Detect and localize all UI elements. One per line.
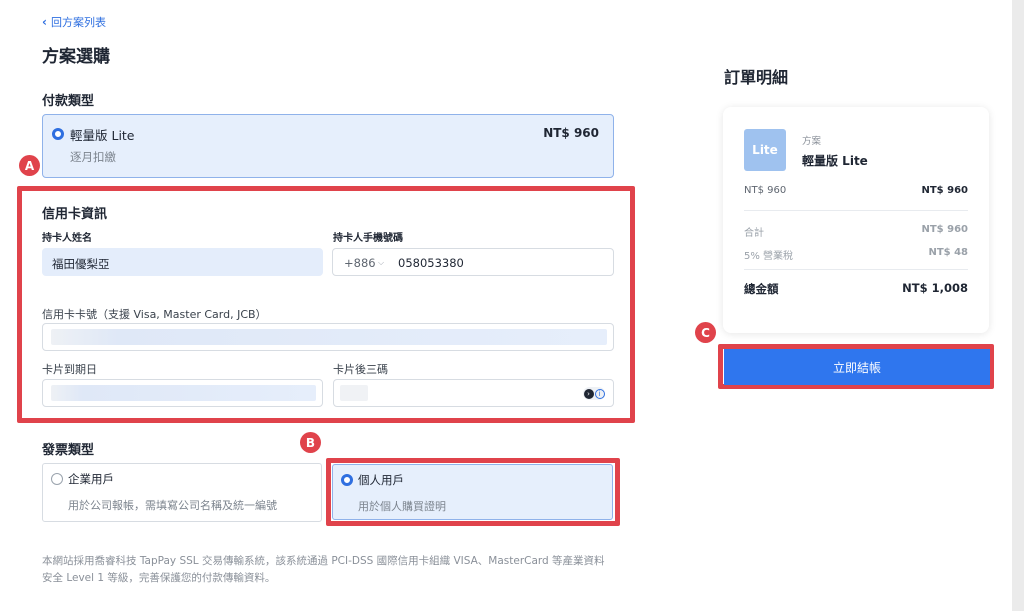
invoice-radio-business[interactable] <box>51 473 63 485</box>
invoice-option-desc: 用於公司報帳，需填寫公司名稱及統一編號 <box>68 499 277 512</box>
cvc-input[interactable]: › i <box>333 379 614 407</box>
checkout-button[interactable]: 立即結帳 <box>724 349 990 385</box>
order-line-item: NT$ 960 NT$ 960 <box>744 185 968 196</box>
card-number-label: 信用卡卡號（支援 Visa, Master Card, JCB） <box>42 308 267 321</box>
expiry-input[interactable] <box>42 379 323 407</box>
order-plan-label: 方案 <box>802 136 822 147</box>
plan-name: 輕量版 Lite <box>70 128 135 143</box>
subtotal-value: NT$ 960 <box>921 224 968 235</box>
tax-value: NT$ 48 <box>928 247 968 258</box>
order-total: 總金額 NT$ 1,008 <box>744 281 968 297</box>
tax-label: 5% 營業稅 <box>744 251 794 262</box>
holder-name-value: 福田優梨亞 <box>52 257 110 271</box>
window-edge <box>1012 0 1024 611</box>
holder-phone-input[interactable]: +886 ⌵ 058053380 <box>332 248 614 276</box>
subtotal-label: 合計 <box>744 228 764 239</box>
order-subtotal: 合計 NT$ 960 <box>744 224 968 239</box>
holder-name-label: 持卡人姓名 <box>42 233 92 244</box>
order-plan-name: 輕量版 Lite <box>802 154 868 168</box>
invoice-radio-personal[interactable] <box>341 474 353 486</box>
divider <box>744 210 968 211</box>
chevron-down-icon[interactable]: ⌵ <box>378 258 384 268</box>
annotation-badge-b: B <box>300 432 321 453</box>
invoice-type-title: 發票類型 <box>42 443 95 458</box>
back-link-label: 回方案列表 <box>50 16 106 29</box>
plan-logo: Lite <box>744 129 786 171</box>
annotation-badge-a: A <box>19 155 40 176</box>
total-value: NT$ 1,008 <box>902 281 968 295</box>
holder-phone-label: 持卡人手機號碼 <box>333 233 403 244</box>
invoice-option-personal[interactable]: 個人用戶 用於個人購買證明 <box>332 464 613 520</box>
security-footnote: 本網站採用喬睿科技 TapPay SSL 交易傳輸系統，該系統通過 PCI-DS… <box>42 555 605 584</box>
expiry-masked <box>51 385 316 401</box>
card-number-masked <box>51 329 607 345</box>
payment-type-title: 付款類型 <box>42 94 95 109</box>
order-summary-title: 訂單明細 <box>724 68 789 87</box>
order-tax: 5% 營業稅 NT$ 48 <box>744 247 968 262</box>
card-info-title: 信用卡資訊 <box>42 207 108 222</box>
country-code-select[interactable]: +886 <box>344 256 376 270</box>
annotation-badge-c: C <box>695 322 716 343</box>
cvc-label: 卡片後三碼 <box>333 363 388 376</box>
invoice-option-business[interactable]: 企業用戶 用於公司報帳，需填寫公司名稱及統一編號 <box>42 463 322 522</box>
order-summary-card: Lite 方案 輕量版 Lite NT$ 960 NT$ 960 合計 NT$ … <box>723 107 989 333</box>
plan-option-lite[interactable]: 輕量版 Lite 逐月扣繳 NT$ 960 <box>42 114 614 178</box>
line-item-value: NT$ 960 <box>921 185 968 196</box>
line-item-label: NT$ 960 <box>744 185 787 196</box>
cvc-masked <box>340 385 368 401</box>
chevron-left-icon: ‹ <box>42 15 47 29</box>
divider <box>744 269 968 270</box>
card-number-input[interactable] <box>42 323 614 351</box>
invoice-option-desc: 用於個人購買證明 <box>358 500 446 513</box>
plan-radio[interactable] <box>52 128 64 140</box>
info-icon[interactable]: › i <box>583 387 605 400</box>
plan-cycle: 逐月扣繳 <box>70 150 116 164</box>
back-to-plans-link[interactable]: ‹ 回方案列表 <box>42 14 106 30</box>
plan-price: NT$ 960 <box>543 126 599 140</box>
invoice-option-title: 個人用戶 <box>358 473 404 487</box>
invoice-option-title: 企業用戶 <box>68 472 114 486</box>
phone-value: 058053380 <box>398 256 464 270</box>
expiry-label: 卡片到期日 <box>42 363 97 376</box>
total-label: 總金額 <box>744 282 779 296</box>
page-title: 方案選購 <box>42 47 110 67</box>
holder-name-input[interactable]: 福田優梨亞 <box>42 248 323 276</box>
